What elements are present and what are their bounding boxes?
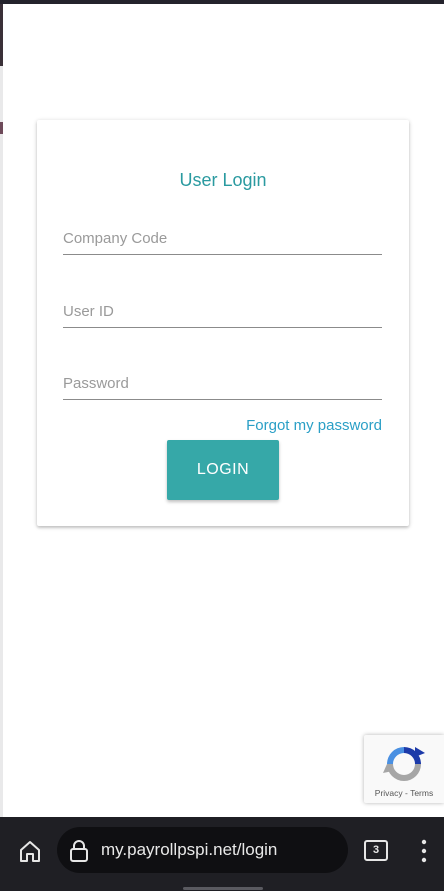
tab-switcher-button[interactable]: 3 (364, 840, 388, 861)
browser-bottom-bar: my.payrollpspi.net/login 3 (0, 817, 444, 891)
edge-mark (0, 122, 3, 134)
recaptcha-badge[interactable]: Privacy - Terms (364, 735, 444, 803)
user-id-field[interactable] (63, 295, 382, 328)
login-button[interactable]: LOGIN (167, 440, 279, 500)
company-code-field[interactable] (63, 222, 382, 255)
user-id-input[interactable] (63, 295, 382, 327)
gesture-handle (183, 887, 263, 890)
left-edge (0, 4, 3, 817)
password-input[interactable] (63, 367, 382, 399)
address-bar[interactable]: my.payrollpspi.net/login (57, 827, 348, 873)
more-options-icon[interactable] (420, 839, 428, 863)
login-card: User Login Forgot my password LOGIN (37, 120, 409, 526)
lock-icon (70, 840, 88, 862)
top-strip (0, 0, 444, 4)
page-title: User Login (179, 170, 267, 190)
home-icon[interactable] (16, 837, 44, 865)
forgot-password-link[interactable]: Forgot my password (246, 417, 382, 434)
company-code-input[interactable] (63, 222, 382, 254)
edge-mark (0, 4, 3, 66)
password-field[interactable] (63, 367, 382, 400)
recaptcha-links[interactable]: Privacy - Terms (364, 788, 444, 798)
recaptcha-icon (383, 747, 425, 781)
url-text[interactable]: my.payrollpspi.net/login (101, 840, 277, 860)
